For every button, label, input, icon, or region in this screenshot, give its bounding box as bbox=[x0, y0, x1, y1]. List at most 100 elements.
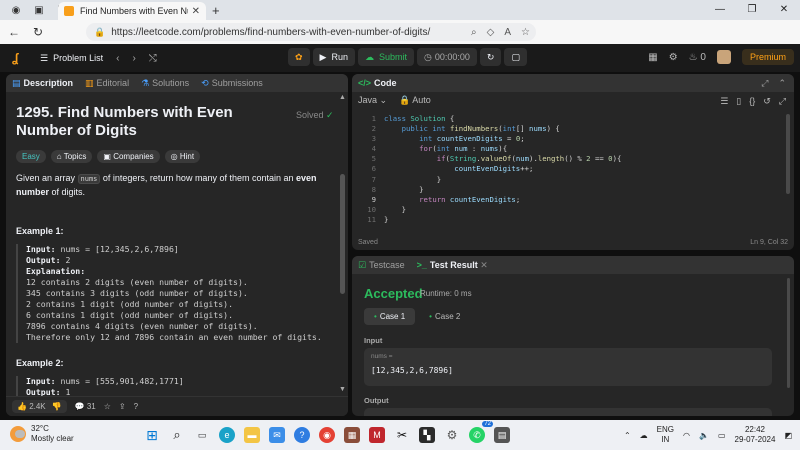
file-explorer-icon[interactable]: ▬ bbox=[244, 427, 260, 443]
autocomplete-mode[interactable]: 🔒 Auto bbox=[399, 95, 431, 106]
tab-actions-icon[interactable]: ▣ bbox=[32, 3, 46, 17]
windows-start-icon[interactable]: ⊞ bbox=[144, 427, 160, 443]
wifi-icon[interactable]: ◠ bbox=[683, 431, 690, 440]
result-scrollbar[interactable] bbox=[787, 278, 790, 388]
notifications-icon[interactable]: ◩ bbox=[784, 431, 792, 440]
explanation-line: 7896 contains 4 digits (even number of d… bbox=[26, 321, 258, 331]
reset-timer-button[interactable]: ↻ bbox=[479, 48, 502, 66]
runtime: Runtime: 0 ms bbox=[420, 289, 472, 298]
mail-icon[interactable]: ✉ bbox=[269, 427, 285, 443]
help-icon[interactable]: ? bbox=[134, 402, 138, 411]
url-field[interactable]: 🔒 https://leetcode.com/problems/find-num… bbox=[86, 23, 536, 41]
clock[interactable]: 22:42 29-07-2024 bbox=[735, 425, 776, 445]
checkbox-icon: ☑ bbox=[358, 259, 367, 270]
prev-problem-icon[interactable]: ‹ bbox=[116, 53, 119, 64]
premium-button[interactable]: Premium bbox=[741, 49, 794, 65]
maximize-icon[interactable]: ❐ bbox=[736, 0, 768, 20]
edge-icon[interactable]: e bbox=[219, 427, 235, 443]
leetcode-logo-icon[interactable]: ʆ bbox=[12, 51, 26, 65]
close-window-icon[interactable]: ✕ bbox=[768, 0, 800, 20]
notification-bell-icon[interactable]: ♨ 0 bbox=[689, 52, 706, 63]
pass-dot-icon: • bbox=[429, 312, 432, 321]
weather-widget[interactable]: 32°C Mostly clear bbox=[10, 424, 74, 444]
calculator-icon[interactable]: ▤ bbox=[494, 427, 510, 443]
maximize-panel-icon[interactable]: ⤢ bbox=[761, 78, 768, 89]
zoom-icon[interactable]: ⌕ bbox=[471, 27, 477, 38]
difficulty-badge: Easy bbox=[16, 150, 46, 163]
battery-icon[interactable]: ▭ bbox=[718, 431, 726, 440]
settings-app-icon[interactable]: ⚙ bbox=[444, 427, 460, 443]
help-app-icon[interactable]: ? bbox=[294, 427, 310, 443]
onedrive-icon[interactable]: ☁ bbox=[640, 431, 648, 440]
favorite-icon[interactable]: ☆ bbox=[104, 402, 111, 411]
scroll-up-icon[interactable]: ▲ bbox=[339, 94, 346, 101]
scroll-down-icon[interactable]: ▼ bbox=[339, 386, 346, 393]
tab-solutions[interactable]: ⚗ Solutions bbox=[141, 78, 189, 89]
submit-button[interactable]: ☁ Submit bbox=[357, 48, 414, 66]
bookmark-icon[interactable]: ▯ bbox=[736, 96, 741, 107]
hint-button[interactable]: ◎ Hint bbox=[164, 150, 201, 163]
code-icon: </> bbox=[358, 78, 372, 88]
problem-list-link[interactable]: Problem List bbox=[53, 53, 103, 63]
like-button[interactable]: 👍 2.4K bbox=[17, 402, 46, 411]
code-editor[interactable]: 1 2 3 4 5 6 7 8 9 10 11 class Solution {… bbox=[352, 114, 794, 232]
case-2-tab[interactable]: • Case 2 bbox=[419, 308, 470, 325]
companies-button[interactable]: ▣ Companies bbox=[97, 150, 160, 163]
comments-button[interactable]: 💬 31 bbox=[75, 402, 96, 411]
avatar[interactable] bbox=[716, 50, 731, 64]
run-button[interactable]: ▶ Run bbox=[312, 48, 355, 66]
new-tab-icon[interactable]: + bbox=[212, 3, 220, 18]
collapse-panel-icon[interactable]: ⌃ bbox=[778, 78, 786, 89]
code-line: } bbox=[384, 174, 442, 184]
reset-code-icon[interactable]: ↺ bbox=[763, 96, 771, 107]
topics-button[interactable]: ⌂ Topics bbox=[50, 150, 93, 163]
chrome-icon[interactable]: ◉ bbox=[319, 427, 335, 443]
extension-icon[interactable]: ◇ bbox=[487, 27, 495, 38]
braces-icon[interactable]: {} bbox=[749, 96, 755, 107]
calculator-grid-icon[interactable]: ▦ bbox=[344, 427, 360, 443]
format-icon[interactable]: ☰ bbox=[720, 96, 728, 107]
capcut-icon[interactable]: ✂ bbox=[394, 427, 410, 443]
favorite-star-icon[interactable]: ☆ bbox=[521, 27, 530, 38]
search-icon[interactable]: ⌕ bbox=[169, 427, 185, 443]
tab-editorial[interactable]: ▥ Editorial bbox=[85, 78, 129, 89]
code-line: countEvenDigits++; bbox=[454, 164, 534, 174]
notes-button[interactable]: ▢ bbox=[504, 48, 527, 66]
language-indicator[interactable]: ENG IN bbox=[657, 425, 674, 445]
next-problem-icon[interactable]: › bbox=[132, 53, 135, 64]
layout-icon[interactable]: ▦ bbox=[648, 52, 657, 63]
leetcode-nav: ʆ ☰ Problem List ‹ › ⤭ ✿ ▶ Run ☁ Submit ◷ 0… bbox=[0, 44, 800, 72]
back-icon[interactable]: ← bbox=[4, 25, 24, 39]
fullscreen-icon[interactable]: ⤢ bbox=[779, 96, 786, 107]
tab-submissions[interactable]: ⟲ Submissions bbox=[201, 78, 263, 89]
shuffle-icon[interactable]: ⤭ bbox=[149, 53, 157, 64]
tab-testcase[interactable]: ☑ Testcase bbox=[358, 260, 405, 271]
task-view-icon[interactable]: ▭ bbox=[194, 427, 210, 443]
cursor-position: Ln 9, Col 32 bbox=[750, 239, 788, 246]
whatsapp-icon[interactable]: ✆ 72 bbox=[469, 421, 493, 443]
volume-icon[interactable]: 🔈 bbox=[699, 431, 709, 440]
close-tab-icon[interactable]: ✕ bbox=[192, 6, 200, 17]
debug-button[interactable]: ✿ bbox=[288, 48, 310, 66]
tab-description[interactable]: ▤ Description bbox=[12, 78, 73, 89]
test-result-panel: ☑ Testcase >_ Test Result ✕ Accepted Runti… bbox=[352, 256, 794, 416]
settings-gear-icon[interactable]: ⚙ bbox=[669, 52, 678, 63]
tab-test-result[interactable]: >_ Test Result ✕ bbox=[417, 260, 488, 271]
check-icon: ✓ bbox=[326, 110, 334, 120]
terminal-app-icon[interactable]: ▚ bbox=[419, 427, 435, 443]
description-scrollbar[interactable] bbox=[340, 174, 345, 294]
timer[interactable]: ◷ 00:00:00 bbox=[417, 48, 477, 66]
profile-icon[interactable]: ◉ bbox=[9, 3, 23, 17]
close-tab-icon[interactable]: ✕ bbox=[480, 260, 488, 270]
browser-tab[interactable]: Find Numbers with Even Numbe ✕ bbox=[58, 2, 206, 20]
security-shield-icon[interactable]: M bbox=[369, 427, 385, 443]
editor-scrollbar[interactable] bbox=[786, 114, 790, 194]
minimize-icon[interactable]: — bbox=[704, 0, 736, 20]
refresh-icon[interactable]: ↻ bbox=[28, 25, 48, 39]
read-aloud-icon[interactable]: A bbox=[504, 27, 511, 38]
thumbs-down-icon[interactable]: 👎 bbox=[52, 402, 62, 411]
language-select[interactable]: Java ⌄ bbox=[358, 95, 387, 106]
show-hidden-icon[interactable]: ⌃ bbox=[624, 431, 631, 440]
share-icon[interactable]: ⇪ bbox=[119, 402, 126, 411]
case-1-tab[interactable]: • Case 1 bbox=[364, 308, 416, 325]
